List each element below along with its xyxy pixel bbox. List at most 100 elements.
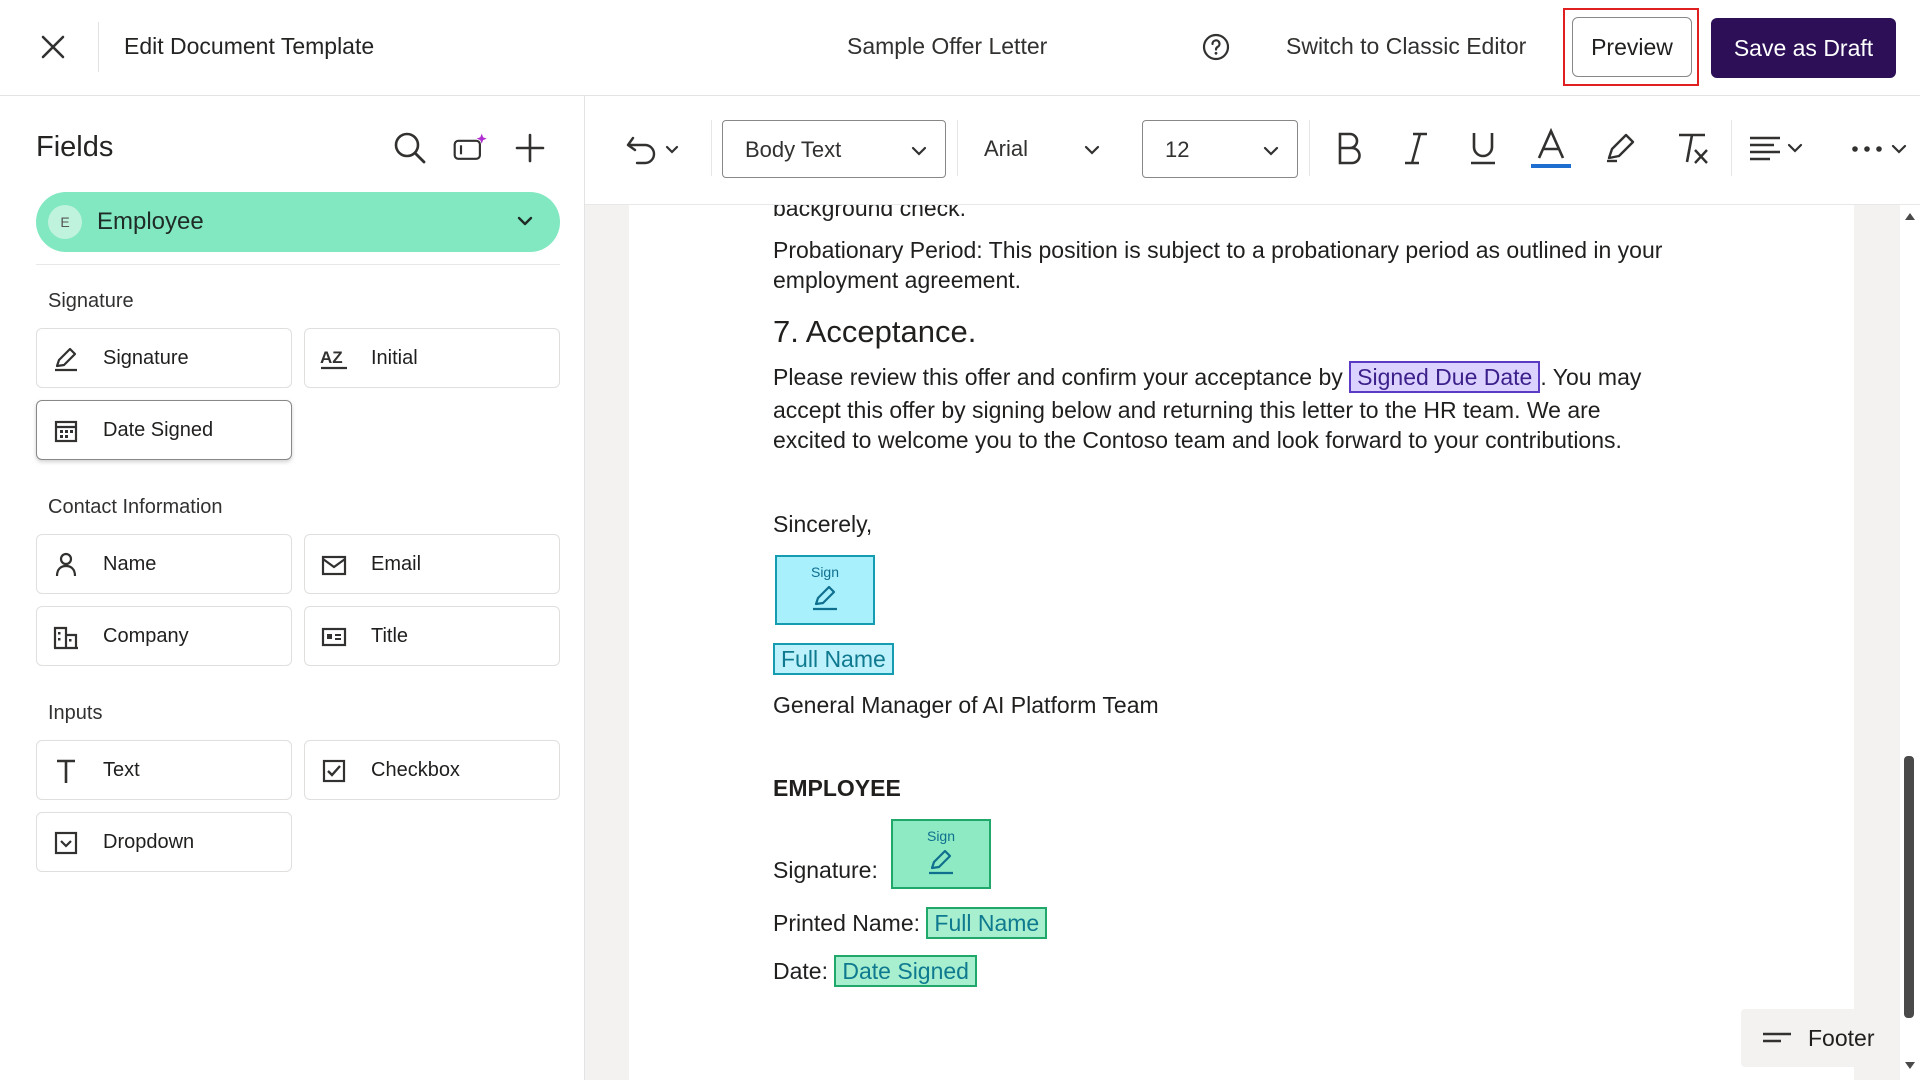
document-canvas: background check. Probationary Period: T… xyxy=(585,205,1920,1080)
top-bar: Edit Document Template Sample Offer Lett… xyxy=(0,0,1920,96)
section-heading: 7. Acceptance. xyxy=(773,314,977,349)
calendar-icon xyxy=(51,416,81,446)
paragraph-text: Probationary Period: This position is su… xyxy=(773,237,1663,263)
font-size-value: 12 xyxy=(1165,137,1190,162)
paragraph-text: Please review this offer and confirm you… xyxy=(773,364,1343,390)
id-card-icon xyxy=(319,622,349,652)
ai-field-icon[interactable] xyxy=(452,130,488,166)
signature-field-sender[interactable]: Sign xyxy=(775,555,875,625)
employee-heading: EMPLOYEE xyxy=(773,775,901,801)
svg-text:AZ: AZ xyxy=(320,348,343,367)
text-icon xyxy=(51,756,81,786)
paragraph-text: Please review this offer and confirm you… xyxy=(773,361,1641,393)
pen-icon xyxy=(51,344,81,374)
signature-field-employee[interactable]: Sign xyxy=(891,819,991,889)
field-label: Company xyxy=(103,625,189,647)
recipient-name: Employee xyxy=(97,208,204,235)
field-label: Name xyxy=(103,553,157,575)
scroll-up-icon[interactable] xyxy=(1904,211,1916,221)
footer-label: Footer xyxy=(1808,1025,1875,1051)
footer-lines-icon xyxy=(1761,1027,1793,1054)
divider xyxy=(36,264,560,265)
paragraph-text: excited to welcome you to the Contoso te… xyxy=(773,427,1622,453)
undo-icon[interactable] xyxy=(625,132,685,166)
chevron-down-icon xyxy=(909,141,929,166)
formatting-toolbar: Body Text Arial 12 xyxy=(585,96,1920,205)
recipient-initial: E xyxy=(48,205,82,239)
divider xyxy=(957,120,958,176)
date-label: Date: xyxy=(773,958,828,984)
bold-icon[interactable] xyxy=(1333,130,1365,166)
switch-classic-editor-link[interactable]: Switch to Classic Editor xyxy=(1286,33,1526,60)
scrollbar-thumb[interactable] xyxy=(1904,756,1914,1018)
underline-icon[interactable] xyxy=(1467,130,1499,166)
chevron-down-icon xyxy=(514,210,536,237)
font-dropdown[interactable]: Arial xyxy=(962,120,1112,178)
chevron-down-icon xyxy=(1082,140,1102,165)
save-as-draft-button[interactable]: Save as Draft xyxy=(1711,18,1896,78)
divider xyxy=(98,22,99,72)
document-name[interactable]: Sample Offer Letter xyxy=(847,33,1047,60)
field-email[interactable]: Email xyxy=(304,534,560,594)
field-label: Checkbox xyxy=(371,759,460,781)
paragraph-text: accept this offer by signing below and r… xyxy=(773,397,1601,423)
field-initial[interactable]: AZ Initial xyxy=(304,328,560,388)
more-icon[interactable] xyxy=(1849,136,1911,162)
field-label: Initial xyxy=(371,347,418,369)
sign-label: Sign xyxy=(810,563,840,580)
font-color-icon[interactable] xyxy=(1529,128,1573,170)
building-icon xyxy=(51,622,81,652)
field-label: Date Signed xyxy=(103,419,214,441)
close-icon[interactable] xyxy=(38,30,68,64)
field-title[interactable]: Title xyxy=(304,606,560,666)
paragraph-text: Sincerely, xyxy=(773,511,873,537)
align-icon[interactable] xyxy=(1747,134,1809,164)
divider xyxy=(1309,120,1310,176)
field-signature[interactable]: Signature xyxy=(36,328,292,388)
date-signed-field-employee[interactable]: Date Signed xyxy=(834,955,977,987)
field-label: Dropdown xyxy=(103,831,195,853)
help-icon[interactable] xyxy=(1202,33,1230,61)
paragraph-text: Printed Name: Full Name xyxy=(773,907,1048,939)
checkbox-icon xyxy=(319,756,349,786)
field-label: Signature xyxy=(103,347,189,369)
field-date-signed[interactable]: Date Signed xyxy=(36,400,292,460)
scroll-down-icon[interactable] xyxy=(1904,1061,1916,1071)
paragraph-text: employment agreement. xyxy=(773,267,1022,293)
paragraph-text: . You may xyxy=(1540,364,1642,390)
mail-icon xyxy=(319,550,349,580)
printed-name-label: Printed Name: xyxy=(773,910,921,936)
full-name-field-sender[interactable]: Full Name xyxy=(773,643,894,675)
paragraph-text: Date: Date Signed xyxy=(773,955,977,987)
page-title: Edit Document Template xyxy=(124,33,375,59)
field-text[interactable]: Text xyxy=(36,740,292,800)
divider xyxy=(1731,120,1732,176)
section-title-contact: Contact Information xyxy=(48,496,223,518)
pen-icon xyxy=(926,848,956,881)
highlight-icon[interactable] xyxy=(1603,130,1637,164)
recipient-selector[interactable]: E Employee xyxy=(36,192,560,252)
field-dropdown[interactable]: Dropdown xyxy=(36,812,292,872)
field-label: Title xyxy=(371,625,409,647)
sign-label: Sign xyxy=(926,827,956,844)
signed-due-date-field[interactable]: Signed Due Date xyxy=(1349,361,1541,393)
search-icon[interactable] xyxy=(392,130,428,166)
italic-icon[interactable] xyxy=(1401,130,1431,166)
full-name-field-employee[interactable]: Full Name xyxy=(926,907,1048,939)
field-label: Text xyxy=(103,759,140,781)
paragraph-text: Full Name xyxy=(773,643,894,675)
footer-button[interactable]: Footer xyxy=(1741,1009,1893,1067)
fields-sidebar: Fields E Employee Signature Signature AZ… xyxy=(0,96,585,1080)
initial-icon: AZ xyxy=(319,344,349,374)
field-company[interactable]: Company xyxy=(36,606,292,666)
preview-button[interactable]: Preview xyxy=(1572,17,1692,77)
field-name[interactable]: Name xyxy=(36,534,292,594)
clear-format-icon[interactable] xyxy=(1675,130,1709,166)
style-dropdown[interactable]: Body Text xyxy=(722,120,946,178)
font-size-dropdown[interactable]: 12 xyxy=(1142,120,1298,178)
chevron-down-icon xyxy=(1261,141,1281,166)
document-page: background check. Probationary Period: T… xyxy=(629,205,1893,1080)
section-title-inputs: Inputs xyxy=(48,702,103,724)
field-checkbox[interactable]: Checkbox xyxy=(304,740,560,800)
plus-icon[interactable] xyxy=(512,130,548,166)
